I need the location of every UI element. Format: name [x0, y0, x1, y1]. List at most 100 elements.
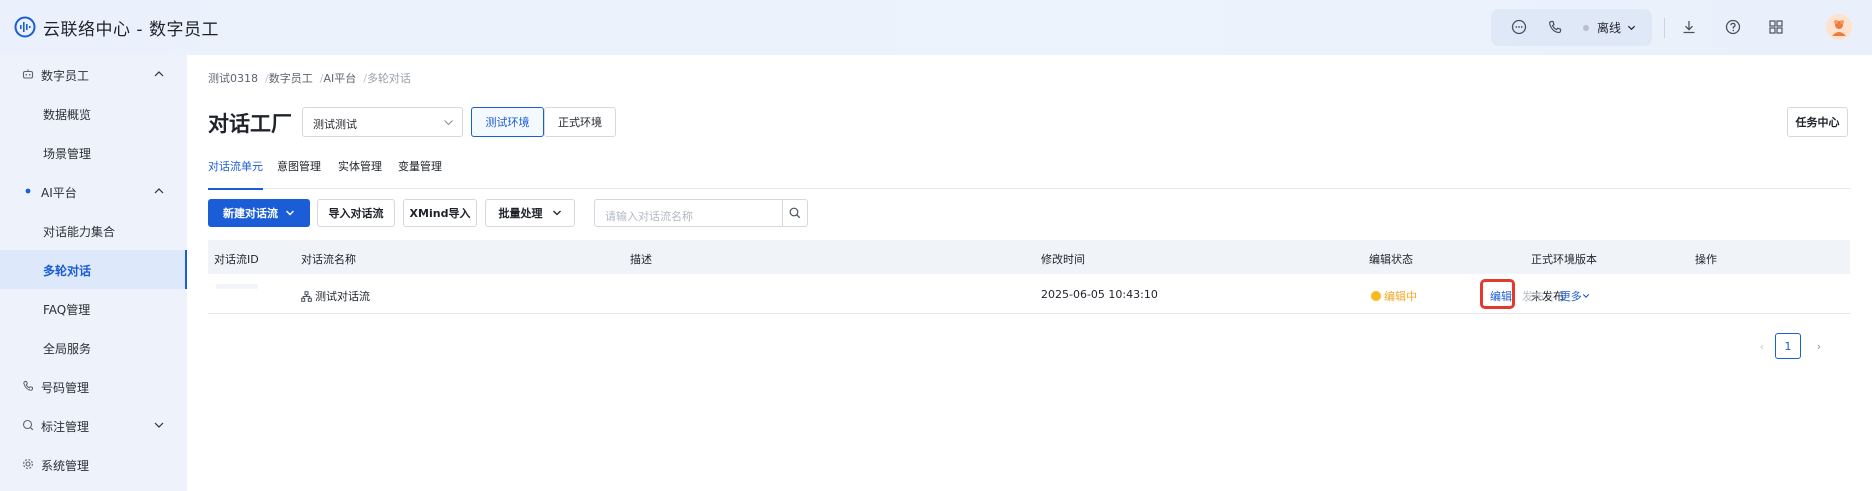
sidebar-item-label: FAQ管理: [43, 303, 91, 317]
chevron-down-icon: [154, 422, 164, 428]
import-flow-button[interactable]: 导入对话流: [317, 199, 395, 227]
batch-process-label: 批量处理: [498, 207, 543, 220]
column-header-prod-version: 正式环境版本: [1531, 253, 1597, 266]
new-flow-label: 新建对话流: [223, 207, 278, 220]
row-name-cell[interactable]: 测试对话流: [301, 288, 370, 304]
sidebar-item-label: 场景管理: [43, 147, 92, 161]
sidebar-item-data-overview[interactable]: 数据概览: [0, 94, 187, 133]
chevron-down-icon: [1582, 294, 1589, 298]
page-title: 对话工厂: [208, 112, 292, 136]
breadcrumb-item[interactable]: 测试0318: [208, 72, 258, 85]
sidebar-item-digital-staff[interactable]: 数字员工: [0, 55, 187, 94]
dot-icon: [25, 188, 31, 194]
breadcrumb: 测试0318/数字员工/AI平台/多轮对话: [208, 70, 411, 86]
pagination-prev-button[interactable]: ‹: [1750, 334, 1774, 358]
action-separator: |: [1550, 289, 1554, 303]
avatar[interactable]: [1826, 14, 1852, 40]
sidebar-item-multi-turn-dialog[interactable]: 多轮对话: [0, 250, 187, 289]
sidebar-item-label: 号码管理: [41, 381, 90, 395]
main-content: 测试0318/数字员工/AI平台/多轮对话 对话工厂 测试测试 测试环境 正式环…: [187, 55, 1872, 491]
row-id-cell: [216, 284, 258, 289]
tab-bar: 对话流单元 意图管理 实体管理 变量管理: [208, 155, 1850, 190]
status-dot: [1583, 25, 1589, 31]
column-header-actions: 操作: [1695, 253, 1717, 266]
settings-icon: [23, 459, 33, 469]
search-input[interactable]: 请输入对话流名称: [594, 199, 782, 227]
status-label: 离线: [1597, 21, 1622, 35]
prod-env-button[interactable]: 正式环境: [544, 107, 616, 137]
breadcrumb-item[interactable]: AI平台: [323, 72, 356, 85]
status-text: 编辑中: [1384, 290, 1417, 303]
xmind-import-button[interactable]: XMind导入: [403, 199, 477, 227]
sidebar-item-label: 对话能力集合: [43, 225, 116, 239]
sidebar-item-label: 多轮对话: [43, 264, 92, 278]
new-flow-button[interactable]: 新建对话流: [208, 199, 310, 227]
sidebar-item-scene-management[interactable]: 场景管理: [0, 133, 187, 172]
logo-icon: [14, 16, 36, 38]
sidebar-item-global-services[interactable]: 全局服务: [0, 328, 187, 367]
chevron-down-icon: [552, 210, 561, 216]
breadcrumb-current: 多轮对话: [366, 72, 411, 85]
search-icon: [789, 207, 801, 219]
chevron-up-icon: [154, 71, 164, 77]
sidebar-item-ai-platform[interactable]: AI平台: [0, 172, 187, 211]
bot-select[interactable]: 测试测试: [302, 107, 463, 137]
bot-select-value: 测试测试: [313, 118, 357, 131]
tag-icon: [22, 419, 34, 431]
header-divider: [1664, 18, 1665, 38]
column-header-edit-status: 编辑状态: [1369, 253, 1413, 266]
chat-bubble-icon[interactable]: [1511, 19, 1527, 35]
sidebar-item-system-management[interactable]: 系统管理: [0, 445, 187, 484]
tab-entity-management[interactable]: 实体管理: [338, 155, 382, 189]
column-header-description: 描述: [630, 253, 652, 266]
phone-icon: [23, 381, 33, 391]
table-header: 对话流ID 对话流名称 描述 修改时间 编辑状态 正式环境版本 操作: [208, 240, 1850, 274]
app-title: 云联络中心 - 数字员工: [43, 20, 219, 40]
more-link[interactable]: 更多: [1560, 288, 1590, 304]
test-env-button[interactable]: 测试环境: [471, 107, 544, 137]
tab-dialog-flow-unit[interactable]: 对话流单元: [208, 155, 263, 190]
breadcrumb-item[interactable]: 数字员工: [269, 72, 313, 85]
sidebar-item-dialog-capabilities[interactable]: 对话能力集合: [0, 211, 187, 250]
sidebar-item-label: 数据概览: [43, 108, 92, 122]
sidebar-item-label: 标注管理: [41, 420, 90, 434]
flow-name: 测试对话流: [315, 290, 370, 303]
batch-process-button[interactable]: 批量处理: [485, 199, 575, 227]
sidebar-item-label: 全局服务: [43, 342, 92, 356]
sidebar-item-label: AI平台: [41, 186, 77, 200]
row-status-cell: 编辑中: [1371, 288, 1417, 304]
publish-link: 发布: [1522, 290, 1544, 303]
chevron-down-icon: [1627, 25, 1635, 31]
pagination-page-1[interactable]: 1: [1775, 333, 1801, 359]
column-header-name: 对话流名称: [301, 253, 356, 266]
chevron-down-icon: [444, 120, 453, 126]
task-center-button[interactable]: 任务中心: [1787, 107, 1848, 137]
search-button[interactable]: [782, 199, 808, 227]
tab-variable-management[interactable]: 变量管理: [398, 155, 442, 189]
phone-icon[interactable]: [1547, 19, 1563, 35]
edit-highlight-box: [1480, 279, 1515, 309]
sidebar-item-faq-management[interactable]: FAQ管理: [0, 289, 187, 328]
column-header-id: 对话流ID: [214, 253, 259, 266]
sidebar-item-number-management[interactable]: 号码管理: [0, 367, 187, 406]
sidebar-item-label: 数字员工: [41, 69, 90, 83]
help-icon[interactable]: [1725, 19, 1741, 35]
chevron-down-icon: [286, 210, 294, 216]
sidebar-item-annotation-management[interactable]: 标注管理: [0, 406, 187, 445]
column-header-modified: 修改时间: [1041, 253, 1085, 266]
tab-intent-management[interactable]: 意图管理: [277, 155, 321, 189]
dialog-flow-table: 对话流ID 对话流名称 描述 修改时间 编辑状态 正式环境版本 操作 测试对话流…: [208, 240, 1850, 314]
more-label: 更多: [1559, 290, 1582, 303]
robot-icon: [22, 69, 34, 79]
top-header: 云联络中心 - 数字员工 离线: [0, 0, 1872, 55]
pagination-next-button[interactable]: ›: [1807, 334, 1831, 358]
sidebar-item-label: 系统管理: [41, 459, 90, 473]
download-icon[interactable]: [1681, 19, 1697, 35]
chevron-up-icon: [154, 188, 164, 194]
status-dropdown[interactable]: 离线: [1597, 19, 1636, 36]
apps-grid-icon[interactable]: [1768, 19, 1784, 35]
sidebar: 数字员工 数据概览 场景管理 AI平台 对话能力集合 多轮对话 FAQ管理 全局…: [0, 55, 187, 491]
flow-tree-icon: [301, 290, 312, 302]
table-row: 测试对话流 2025-06-05 10:43:10 编辑中 未发布 编辑 发布 …: [208, 274, 1850, 314]
editing-status-icon: [1371, 291, 1381, 301]
